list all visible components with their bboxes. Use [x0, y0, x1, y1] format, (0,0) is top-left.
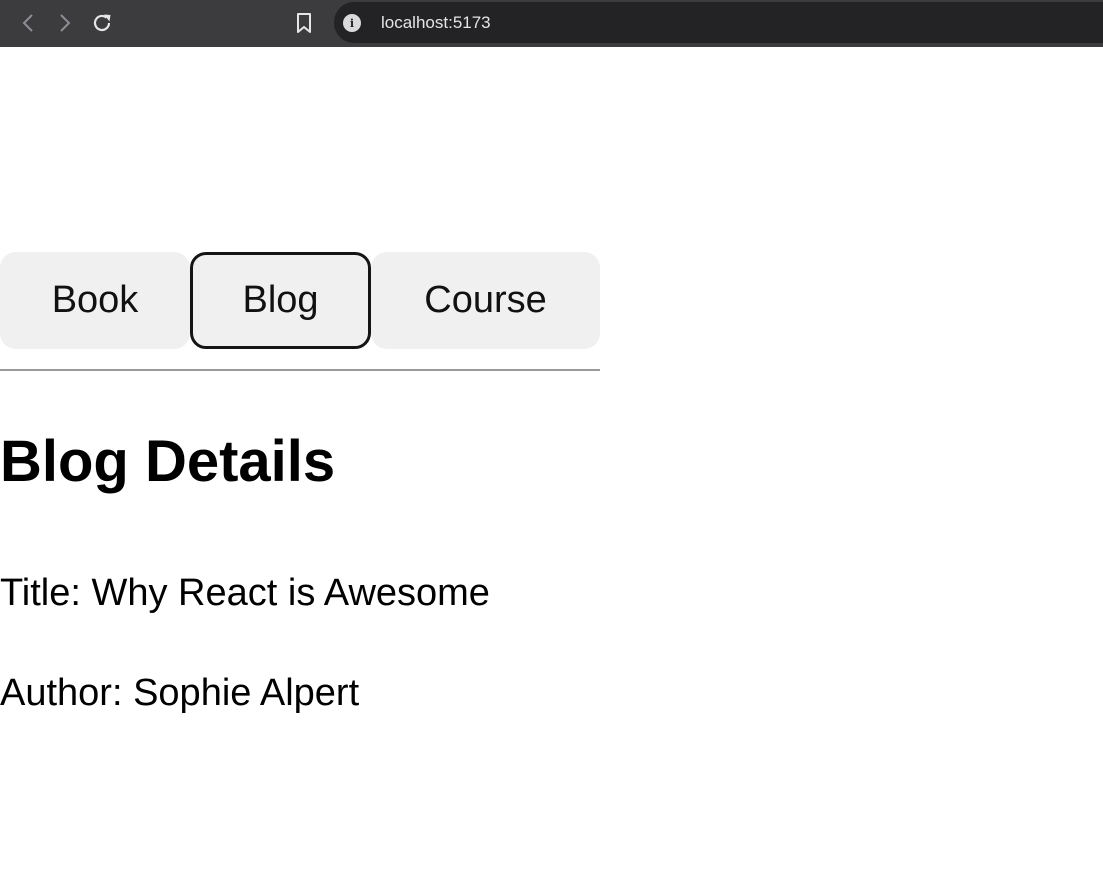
info-icon[interactable]: i [343, 14, 361, 32]
reload-button[interactable] [90, 11, 114, 35]
blog-title-text: Title: Why React is Awesome [0, 572, 490, 614]
address-bar[interactable]: i localhost:5173 [334, 2, 1103, 43]
tab-book[interactable]: Book [0, 252, 190, 349]
tab-bar: Book Blog Course [0, 252, 600, 350]
tab-blog[interactable]: Blog [190, 252, 371, 349]
tab-course[interactable]: Course [371, 252, 600, 349]
forward-button[interactable] [53, 11, 77, 35]
bookmark-icon [297, 13, 311, 33]
page-content: Book Blog Course Blog Details Title: Why… [0, 47, 1103, 883]
bookmark-button[interactable] [292, 11, 316, 35]
url-text: localhost:5173 [381, 13, 491, 32]
divider [0, 369, 600, 371]
blog-author-text: Author: Sophie Alpert [0, 672, 360, 714]
back-button[interactable] [16, 11, 40, 35]
browser-toolbar: i localhost:5173 [0, 0, 1103, 47]
chevron-left-icon [22, 14, 33, 32]
reload-icon [93, 14, 111, 32]
chevron-right-icon [60, 14, 71, 32]
details-heading: Blog Details [0, 429, 336, 494]
